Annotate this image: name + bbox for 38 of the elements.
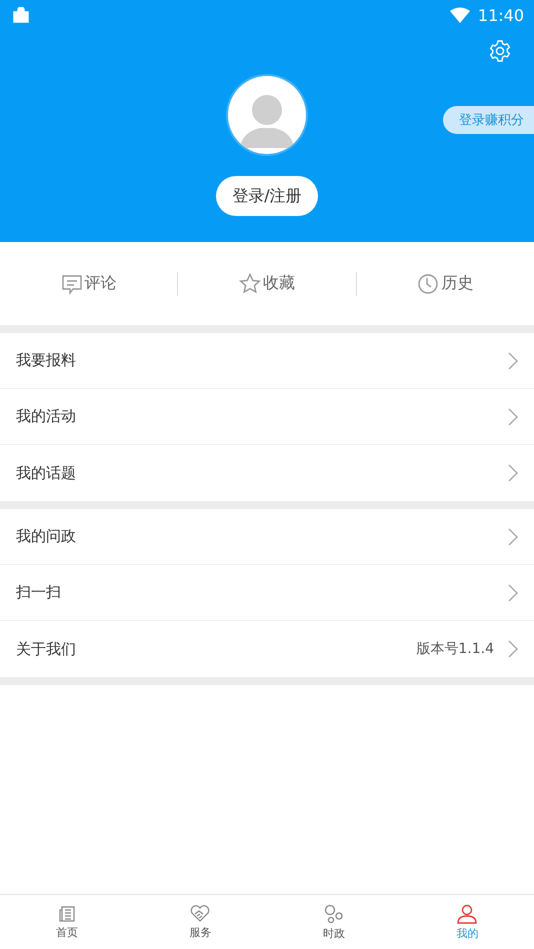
login-button[interactable]: 登录/注册	[216, 176, 318, 216]
chevron-right-icon	[508, 408, 518, 426]
chevron-right-icon	[508, 528, 518, 546]
shopping-bag-icon	[12, 7, 30, 23]
tab[interactable]: 时政	[267, 895, 400, 949]
avatar[interactable]	[228, 76, 306, 154]
comment-icon	[60, 272, 83, 294]
newspaper-icon	[58, 904, 76, 922]
version-text: 版本号1.1.4	[416, 640, 494, 658]
menu-label: 扫一扫	[16, 583, 61, 602]
clock-icon	[417, 272, 440, 294]
menu-label: 我的活动	[16, 407, 76, 426]
menu-label: 我要报料	[16, 351, 76, 370]
star-icon	[238, 272, 261, 294]
menu-row[interactable]: 关于我们 版本号1.1.4	[0, 621, 534, 677]
tab[interactable]: 首页	[0, 895, 134, 949]
menu-label: 关于我们	[16, 640, 76, 658]
menu-row[interactable]: 我的问政	[0, 509, 534, 565]
menu-row[interactable]: 扫一扫	[0, 565, 534, 621]
menu-row[interactable]: 我要报料	[0, 333, 534, 389]
shortcut-label[interactable]: 评论	[84, 273, 117, 294]
menu-row[interactable]: 我的话题	[0, 445, 534, 501]
shortcut-label[interactable]: 收藏	[262, 273, 295, 294]
settings-icon[interactable]	[488, 39, 512, 63]
chevron-right-icon	[508, 584, 518, 602]
handshake-heart-icon	[190, 904, 210, 922]
menu-label: 我的问政	[16, 527, 76, 546]
wifi-icon	[450, 7, 470, 23]
shortcut-label[interactable]: 历史	[441, 273, 474, 294]
chevron-right-icon	[508, 464, 518, 482]
menu-label: 我的话题	[16, 464, 76, 482]
status-time: 11:40	[478, 6, 524, 24]
menu-row[interactable]: 我的活动	[0, 389, 534, 445]
tab[interactable]: 服务	[134, 895, 267, 949]
chevron-right-icon	[508, 640, 518, 658]
person-icon	[457, 904, 478, 924]
chevron-right-icon	[508, 352, 518, 370]
circles-icon	[324, 904, 344, 924]
